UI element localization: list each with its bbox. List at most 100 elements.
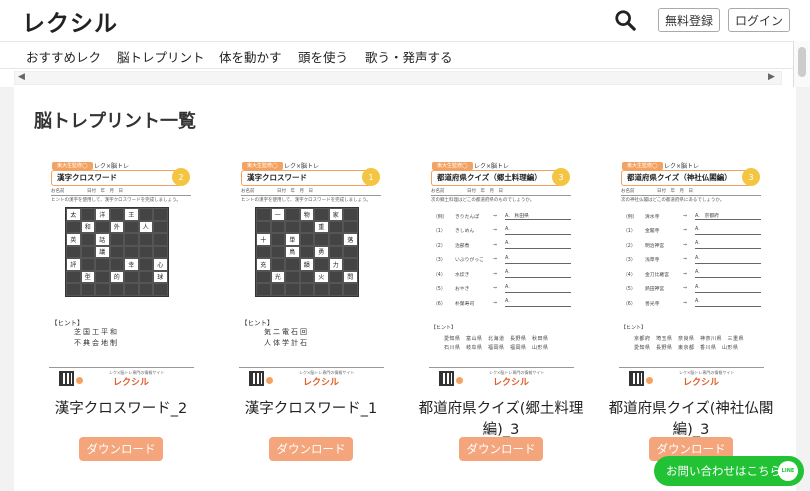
print-card: 東大生監修◯ レク×脳トレ 都道府県クイズ（郷土料理編） 3 お名前 日付 年 … bbox=[416, 157, 586, 477]
worksheet-tag: 東大生監修◯ bbox=[242, 162, 283, 170]
badge-icon bbox=[646, 377, 653, 384]
scrollbar-thumb[interactable] bbox=[798, 47, 806, 77]
arrow-icon: ⇒ bbox=[493, 286, 498, 292]
download-button[interactable]: ダウンロード bbox=[459, 437, 543, 461]
crossword-cell: 家 bbox=[328, 208, 343, 221]
arrow-icon: ⇒ bbox=[683, 242, 688, 248]
crossword-black-cell bbox=[256, 220, 271, 233]
crossword-cell: 王 bbox=[124, 208, 139, 221]
crossword-cell: 話 bbox=[95, 233, 110, 246]
crossword-black-cell bbox=[256, 270, 271, 283]
crossword-black-cell bbox=[153, 220, 168, 233]
scroll-right-icon[interactable]: ▶ bbox=[768, 72, 775, 82]
qr-code-icon bbox=[249, 371, 264, 386]
answer-line: A. bbox=[505, 256, 571, 264]
crossword-black-cell bbox=[138, 245, 153, 258]
card-title[interactable]: 漢字クロスワード_2 bbox=[36, 399, 206, 420]
worksheet-instructions: 次の神社仏閣はどこの都道府県にあるでしょうか。 bbox=[621, 198, 725, 203]
answer-line: A. bbox=[505, 299, 571, 308]
arrow-icon: ⇒ bbox=[493, 271, 498, 277]
crossword-cell: 光 bbox=[270, 270, 285, 283]
contact-label: お問い合わせはこちら bbox=[666, 464, 781, 478]
arrow-icon: ⇒ bbox=[493, 242, 498, 248]
worksheet-tag-secondary: レク×脳トレ bbox=[664, 163, 700, 170]
crossword-black-cell bbox=[80, 245, 95, 258]
nav-item-brain-prints[interactable]: 脳トレプリント bbox=[117, 47, 205, 66]
nav-item-recommended[interactable]: おすすめレク bbox=[26, 47, 101, 66]
arrow-icon: ⇒ bbox=[683, 300, 688, 306]
arrow-icon: ⇒ bbox=[683, 228, 688, 234]
question-row: （4） 水炊き ⇒ A. bbox=[433, 267, 571, 282]
nav-item-singing[interactable]: 歌う・発声する bbox=[365, 47, 453, 66]
crossword-black-cell bbox=[299, 283, 314, 296]
worksheet-name-date: お名前 日付 年 月 日 bbox=[241, 188, 381, 196]
crossword-black-cell bbox=[153, 245, 168, 258]
question-text: 水炊き bbox=[455, 272, 470, 278]
arrow-icon: ⇒ bbox=[493, 213, 498, 219]
site-logo[interactable]: レクシル bbox=[22, 4, 118, 38]
question-number: （3） bbox=[433, 258, 446, 264]
crossword-black-cell bbox=[80, 208, 95, 221]
answer-line: A. bbox=[505, 241, 571, 250]
answer-line: A. 京都府 bbox=[695, 212, 761, 221]
question-row: （2） 治部煮 ⇒ A. bbox=[433, 238, 571, 253]
crossword-black-cell bbox=[314, 258, 329, 271]
card-title[interactable]: 都道府県クイズ(郷土料理編)_3 bbox=[416, 399, 586, 441]
question-number: （例） bbox=[623, 214, 638, 220]
answer-line: A. bbox=[505, 285, 571, 293]
answer-line: A. bbox=[695, 256, 761, 264]
crossword-black-cell bbox=[343, 283, 358, 296]
worksheet-number-badge: 2 bbox=[172, 168, 190, 186]
nav-horizontal-scrollbar[interactable]: ◀ ▶ bbox=[0, 68, 810, 87]
answer-line: A. bbox=[505, 270, 571, 279]
crossword-black-cell bbox=[328, 245, 343, 258]
scroll-left-icon[interactable]: ◀ bbox=[18, 72, 25, 82]
crossword-black-cell bbox=[109, 258, 124, 271]
question-number: （2） bbox=[623, 243, 636, 249]
answer-line: A. 秋田県 bbox=[505, 212, 571, 221]
question-row: （3） いぶりがっこ ⇒ A. bbox=[433, 253, 571, 268]
worksheet-thumbnail[interactable]: 東大生監修◯ レク×脳トレ 漢字クロスワード 2 お名前 日付 年 月 日 ヒン… bbox=[49, 157, 194, 394]
question-text: 金刀比羅宮 bbox=[645, 272, 669, 278]
download-button[interactable]: ダウンロード bbox=[269, 437, 353, 461]
card-title[interactable]: 漢字クロスワード_1 bbox=[226, 399, 396, 420]
answer-line: A. bbox=[695, 227, 761, 235]
nav-item-thinking[interactable]: 頭を使う bbox=[298, 47, 348, 66]
hint-row: 京都府 埼玉県 奈良県 神奈川県 三重県 bbox=[634, 336, 745, 342]
crossword-black-cell bbox=[153, 233, 168, 246]
crossword-black-cell bbox=[270, 245, 285, 258]
crossword-cell: 重 bbox=[314, 220, 329, 233]
question-row: （5） おやき ⇒ A. bbox=[433, 282, 571, 297]
worksheet-title: 漢字クロスワード bbox=[51, 170, 181, 186]
download-button[interactable]: ダウンロード bbox=[79, 437, 163, 461]
brand-logo: レクシル bbox=[493, 378, 530, 388]
worksheet-number-badge: 3 bbox=[552, 168, 570, 186]
search-icon[interactable] bbox=[614, 9, 636, 31]
crossword-black-cell bbox=[95, 270, 110, 283]
scrollbar-track[interactable] bbox=[14, 71, 782, 85]
worksheet-number-badge: 3 bbox=[742, 168, 760, 186]
question-number: （6） bbox=[623, 301, 636, 307]
worksheet-thumbnail[interactable]: 東大生監修◯ レク×脳トレ 都道府県クイズ（神社仏閣編） 3 お名前 日付 年 … bbox=[619, 157, 764, 394]
question-list: （例） きりたんぽ ⇒ A. 秋田県 （1） きしめん ⇒ A. （2） 治部煮 ⇒ A. （3）… bbox=[433, 209, 571, 311]
question-text: 治部煮 bbox=[455, 243, 470, 249]
badge-icon bbox=[456, 377, 463, 384]
card-title[interactable]: 都道府県クイズ(神社仏閣編)_3 bbox=[606, 399, 776, 441]
worksheet-thumbnail[interactable]: 東大生監修◯ レク×脳トレ 都道府県クイズ（郷土料理編） 3 お名前 日付 年 … bbox=[429, 157, 574, 394]
crossword-black-cell bbox=[285, 220, 300, 233]
login-button[interactable]: ログイン bbox=[728, 8, 790, 32]
worksheet-thumbnail[interactable]: 東大生監修◯ レク×脳トレ 漢字クロスワード 1 お名前 日付 年 月 日 ヒン… bbox=[239, 157, 384, 394]
question-number: （2） bbox=[433, 243, 446, 249]
question-row: （5） 熱田神宮 ⇒ A. bbox=[623, 282, 761, 297]
hint-row: 芝国工平和 bbox=[74, 328, 119, 336]
site-header: レクシル 無料登録 ログイン bbox=[0, 0, 810, 41]
contact-button[interactable]: お問い合わせはこちら LINE bbox=[654, 456, 804, 486]
crossword-cell: 和 bbox=[80, 220, 95, 233]
worksheet-instructions: ヒントの漢字を使用して、漢字クロスワードを完成しましょう。 bbox=[51, 198, 181, 203]
vertical-scrollbar[interactable] bbox=[793, 41, 810, 87]
nav-item-exercise[interactable]: 体を動かす bbox=[219, 47, 282, 66]
register-button[interactable]: 無料登録 bbox=[658, 8, 720, 32]
crossword-cell: 韻 bbox=[299, 258, 314, 271]
question-row: （4） 金刀比羅宮 ⇒ A. bbox=[623, 267, 761, 282]
question-number: （4） bbox=[623, 272, 636, 278]
